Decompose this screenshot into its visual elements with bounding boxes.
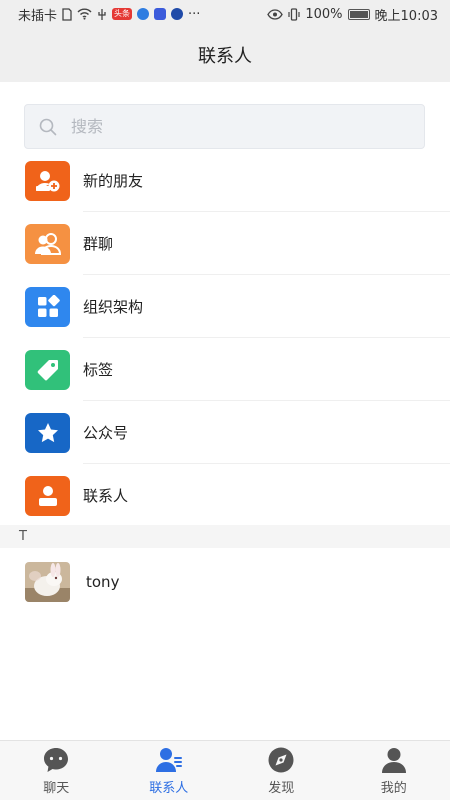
carrier-label: 未插卡 — [18, 8, 58, 24]
tab-label: 联系人 — [149, 780, 189, 796]
menu-label: 组织架构 — [83, 298, 144, 316]
tab-label: 我的 — [380, 780, 407, 796]
menu-label: 公众号 — [83, 424, 129, 442]
contact-row[interactable]: tony — [0, 552, 450, 612]
status-left: 未插卡 头条 ··· — [18, 5, 200, 24]
clock: 晚上10:03 — [374, 8, 438, 24]
star-icon — [25, 412, 70, 453]
chat-icon — [44, 747, 69, 772]
wifi-icon — [77, 8, 92, 20]
app-badge-icon — [154, 8, 167, 20]
tag-icon — [25, 349, 70, 390]
menu-label: 新的朋友 — [83, 172, 144, 190]
profile-icon — [381, 747, 406, 773]
eye-icon — [267, 8, 284, 20]
battery-percent: 100% — [305, 6, 343, 22]
search-icon — [39, 118, 57, 135]
sim-icon — [62, 7, 72, 21]
menu-label: 联系人 — [83, 487, 129, 505]
section-index-header: T — [0, 525, 450, 548]
nav-bar: 联系人 — [0, 28, 450, 82]
search-box[interactable] — [24, 104, 425, 149]
more-notifications: ··· — [188, 6, 201, 22]
menu-label: 群聊 — [83, 235, 114, 253]
feature-menu: 新的朋友 群聊 组织架构 标签 公众号 联系人 — [0, 149, 450, 527]
page-title: 联系人 — [198, 46, 252, 67]
usb-icon — [98, 8, 106, 20]
contacts-icon — [155, 747, 182, 772]
tab-label: 发现 — [268, 780, 295, 796]
apps-icon — [25, 286, 70, 327]
search-input[interactable] — [71, 117, 371, 136]
menu-item-contacts[interactable]: 联系人 — [0, 464, 450, 527]
menu-item-org-chart[interactable]: 组织架构 — [0, 275, 450, 338]
avatar — [25, 562, 70, 602]
compass-icon — [268, 747, 294, 772]
tab-discover[interactable]: 发现 — [225, 741, 338, 800]
tab-me[interactable]: 我的 — [338, 741, 450, 800]
bottom-tab-bar: 聊天 联系人 发现 我的 — [0, 740, 450, 800]
person-icon — [25, 475, 70, 516]
contact-name: tony — [86, 573, 120, 591]
vibrate-icon — [288, 7, 300, 21]
menu-item-official-accounts[interactable]: 公众号 — [0, 401, 450, 464]
news-app-icon: 头条 — [112, 8, 133, 20]
add-user-icon — [25, 160, 70, 201]
tab-label: 聊天 — [43, 780, 70, 796]
menu-item-new-friends[interactable]: 新的朋友 — [0, 149, 450, 212]
tab-contacts[interactable]: 联系人 — [113, 741, 226, 800]
section-letter: T — [19, 529, 27, 544]
tab-chat[interactable]: 聊天 — [0, 741, 113, 800]
menu-item-tags[interactable]: 标签 — [0, 338, 450, 401]
app-notification-icon — [137, 8, 150, 20]
menu-label: 标签 — [83, 361, 114, 379]
account-app-icon — [171, 8, 184, 20]
group-icon — [25, 223, 70, 264]
status-bar: 未插卡 头条 ··· 100% 晚上10:03 — [0, 0, 450, 28]
status-right: 100% 晚上10:03 — [267, 5, 438, 24]
battery-icon — [347, 8, 370, 20]
menu-item-group-chats[interactable]: 群聊 — [0, 212, 450, 275]
